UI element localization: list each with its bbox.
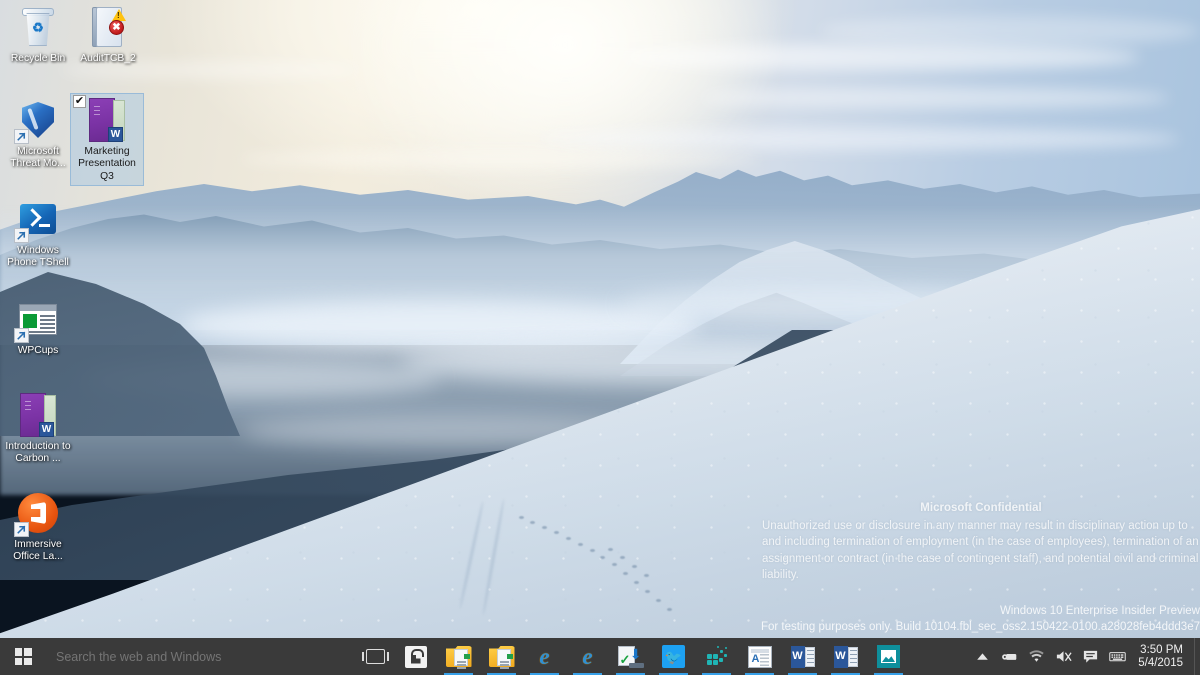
recycle-bin-icon: ♻ xyxy=(15,4,61,50)
taskbar-pinned-apps: e e ✓ ⬇ 🐦 A W W xyxy=(394,638,910,675)
photos-icon xyxy=(877,645,900,668)
task-view-button[interactable] xyxy=(356,638,394,675)
search-box[interactable] xyxy=(46,638,356,675)
shortcut-arrow-icon xyxy=(14,228,29,243)
network-wifi-button[interactable] xyxy=(1023,638,1050,675)
taskbar-item-picture-viewer[interactable]: A xyxy=(738,638,781,675)
dots-app-icon xyxy=(705,645,729,668)
desktop-icon-microsoft-threat-modeling[interactable]: Microsoft Threat Mo... xyxy=(2,97,74,171)
folder-icon xyxy=(488,646,515,669)
desktop-icon-label: Introduction to Carbon ... xyxy=(5,441,71,465)
removable-media-icon xyxy=(1002,653,1017,660)
window-app-icon xyxy=(14,296,61,343)
confidential-body: Unauthorized use or disclosure in any ma… xyxy=(762,520,1199,581)
confidential-title: Microsoft Confidential xyxy=(920,502,1042,514)
shield-icon xyxy=(14,97,61,144)
installer-icon: ✓ ⬇ xyxy=(617,645,644,668)
taskbar-item-file-explorer[interactable] xyxy=(437,638,480,675)
show-desktop-button[interactable] xyxy=(1194,638,1200,675)
volume-muted-button[interactable] xyxy=(1050,638,1077,675)
shortcut-arrow-icon xyxy=(14,522,29,537)
twitter-icon: 🐦 xyxy=(662,645,685,668)
taskbar-item-photos[interactable] xyxy=(867,638,910,675)
build-line-2: For testing purposes only. Build 10104.f… xyxy=(760,620,1200,633)
clock[interactable]: 3:50 PM 5/4/2015 xyxy=(1131,638,1194,675)
taskbar: e e ✓ ⬇ 🐦 xyxy=(0,638,1200,675)
windows-logo-icon xyxy=(14,648,32,665)
desktop-icon-audittcb-2[interactable]: ✖ AuditTCB_2 xyxy=(72,4,144,65)
internet-explorer-icon: e xyxy=(582,644,593,669)
store-icon xyxy=(404,645,427,668)
volume-muted-icon xyxy=(1057,651,1072,662)
desktop-icon-label: Microsoft Threat Mo... xyxy=(10,146,66,170)
build-watermark: Windows 10 Enterprise Insider Preview Fo… xyxy=(700,604,1200,635)
desktop-icon-label: Immersive Office La... xyxy=(13,539,63,563)
taskbar-item-internet-explorer[interactable]: e xyxy=(523,638,566,675)
action-center-icon xyxy=(1084,650,1098,663)
shortcut-arrow-icon xyxy=(14,328,29,343)
desktop-icon-label: Marketing Presentation Q3 xyxy=(78,146,136,182)
desktop-icon-label: AuditTCB_2 xyxy=(80,53,136,64)
picture-viewer-icon: A xyxy=(747,645,772,668)
folder-icon xyxy=(445,646,472,669)
powershell-icon xyxy=(14,196,61,243)
start-button[interactable] xyxy=(0,638,46,675)
taskbar-item-internet-explorer-2[interactable]: e xyxy=(566,638,609,675)
word-icon: W xyxy=(790,645,815,668)
taskbar-item-word-2[interactable]: W xyxy=(824,638,867,675)
taskbar-item-twitter[interactable]: 🐦 xyxy=(652,638,695,675)
office-orb-icon xyxy=(14,490,61,537)
taskbar-item-word[interactable]: W xyxy=(781,638,824,675)
desktop-icon-label: Recycle Bin xyxy=(10,53,66,64)
task-view-icon xyxy=(361,649,389,664)
touch-keyboard-button[interactable] xyxy=(1104,638,1131,675)
document-error-icon: ✖ xyxy=(85,4,131,50)
wifi-icon xyxy=(1029,650,1044,662)
system-tray: 3:50 PM 5/4/2015 xyxy=(969,638,1200,675)
word-icon: W xyxy=(833,645,858,668)
taskbar-item-file-explorer-2[interactable] xyxy=(480,638,523,675)
desktop-icon-recycle-bin[interactable]: ♻ Recycle Bin xyxy=(2,4,74,65)
desktop-icon-wpcups[interactable]: WPCups xyxy=(2,296,74,357)
removable-media-button[interactable] xyxy=(996,638,1023,675)
icon-selection-checkbox[interactable]: ✔ xyxy=(73,95,86,108)
desktop-icon-label: WPCups xyxy=(17,345,59,356)
internet-explorer-icon: e xyxy=(539,644,550,669)
show-hidden-icons-button[interactable] xyxy=(969,638,996,675)
clock-time: 3:50 PM xyxy=(1140,643,1183,656)
desktop-icon-marketing-presentation-q3[interactable]: ✔ W Marketing Presentation Q3 xyxy=(70,93,144,186)
clock-date: 5/4/2015 xyxy=(1138,656,1183,669)
word-document-icon: W xyxy=(15,392,61,438)
taskbar-item-installer[interactable]: ✓ ⬇ xyxy=(609,638,652,675)
desktop-icon-label: Windows Phone TShell xyxy=(7,245,69,269)
shortcut-arrow-icon xyxy=(14,129,29,144)
action-center-button[interactable] xyxy=(1077,638,1104,675)
word-document-icon: W xyxy=(84,97,130,143)
chevron-up-icon xyxy=(977,653,989,660)
taskbar-item-store[interactable] xyxy=(394,638,437,675)
build-line-1: Windows 10 Enterprise Insider Preview xyxy=(999,605,1200,617)
keyboard-icon xyxy=(1109,652,1126,662)
search-input[interactable] xyxy=(56,649,316,664)
desktop-icon-introduction-to-carbon[interactable]: W Introduction to Carbon ... xyxy=(2,392,74,466)
desktop-icon-windows-phone-tshell[interactable]: Windows Phone TShell xyxy=(2,196,74,270)
taskbar-item-dots-app[interactable] xyxy=(695,638,738,675)
confidential-watermark: Microsoft Confidential Unauthorized use … xyxy=(762,500,1200,583)
desktop-icon-immersive-office-launcher[interactable]: Immersive Office La... xyxy=(2,490,74,564)
